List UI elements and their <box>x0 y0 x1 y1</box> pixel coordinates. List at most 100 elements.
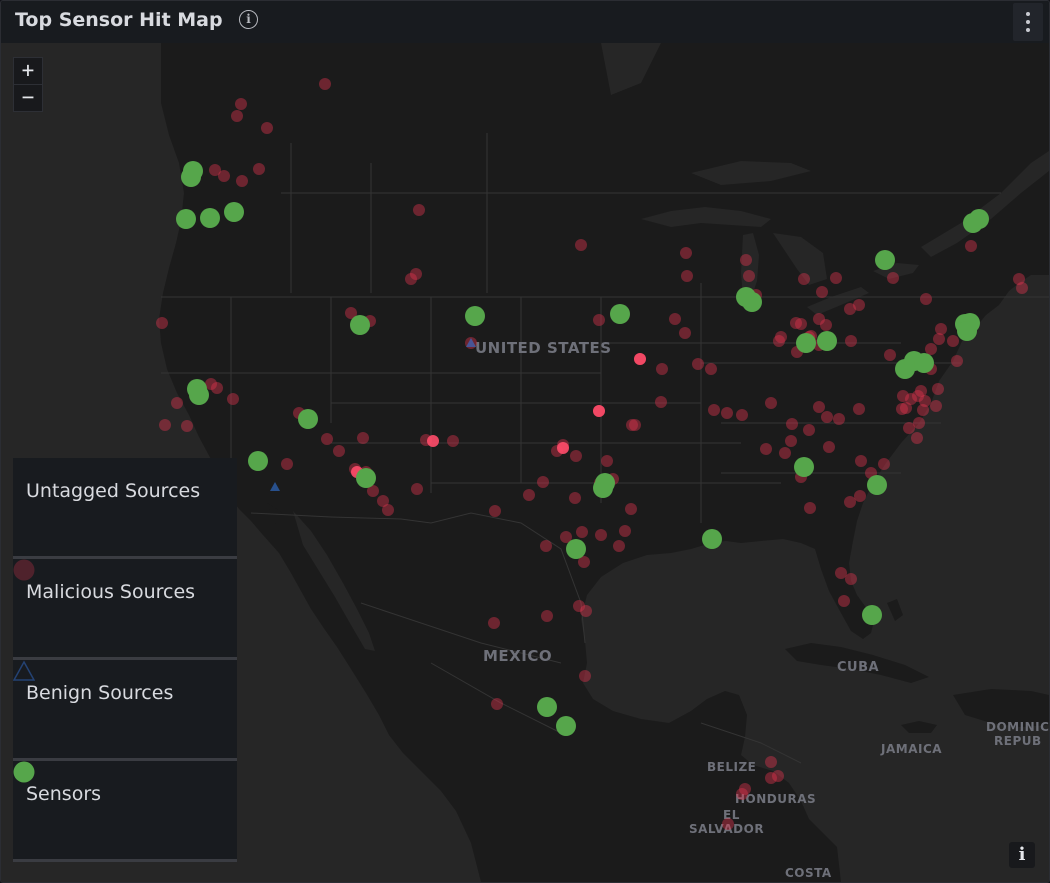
malicious-source-marker[interactable] <box>211 382 223 394</box>
malicious-source-marker[interactable] <box>319 78 331 90</box>
malicious-source-marker[interactable] <box>557 442 569 454</box>
malicious-source-marker[interactable] <box>333 445 345 457</box>
malicious-source-marker[interactable] <box>537 476 549 488</box>
malicious-source-marker[interactable] <box>965 240 977 252</box>
sensor-marker[interactable] <box>963 213 983 233</box>
malicious-source-marker[interactable] <box>253 163 265 175</box>
sensor-marker[interactable] <box>556 716 576 736</box>
malicious-source-marker[interactable] <box>523 489 535 501</box>
sensor-marker[interactable] <box>702 529 722 549</box>
malicious-source-marker[interactable] <box>541 610 553 622</box>
malicious-source-marker[interactable] <box>625 503 637 515</box>
sensor-marker[interactable] <box>875 250 895 270</box>
malicious-source-marker[interactable] <box>917 404 929 416</box>
sensor-marker[interactable] <box>200 208 220 228</box>
sensor-marker[interactable] <box>610 304 630 324</box>
malicious-source-marker[interactable] <box>935 323 947 335</box>
malicious-source-marker[interactable] <box>575 239 587 251</box>
malicious-source-marker[interactable] <box>281 458 293 470</box>
malicious-source-marker[interactable] <box>823 441 835 453</box>
malicious-source-marker[interactable] <box>159 419 171 431</box>
malicious-source-marker[interactable] <box>855 455 867 467</box>
malicious-source-marker[interactable] <box>1016 282 1028 294</box>
malicious-source-marker[interactable] <box>576 526 588 538</box>
sensor-marker[interactable] <box>867 475 887 495</box>
malicious-source-marker[interactable] <box>765 756 777 768</box>
malicious-source-marker[interactable] <box>884 349 896 361</box>
panel-menu-icon[interactable] <box>1013 3 1043 41</box>
malicious-source-marker[interactable] <box>722 818 734 830</box>
malicious-source-marker[interactable] <box>833 413 845 425</box>
malicious-source-marker[interactable] <box>804 502 816 514</box>
malicious-source-marker[interactable] <box>227 393 239 405</box>
sensor-marker[interactable] <box>817 331 837 351</box>
malicious-source-marker[interactable] <box>681 270 693 282</box>
malicious-source-marker[interactable] <box>619 525 631 537</box>
malicious-source-marker[interactable] <box>447 435 459 447</box>
malicious-source-marker[interactable] <box>626 419 638 431</box>
malicious-source-marker[interactable] <box>218 170 230 182</box>
sensor-marker[interactable] <box>566 539 586 559</box>
malicious-source-marker[interactable] <box>844 496 856 508</box>
sensor-marker[interactable] <box>350 315 370 335</box>
malicious-source-marker[interactable] <box>601 455 613 467</box>
malicious-source-marker[interactable] <box>947 335 959 347</box>
info-icon[interactable]: i <box>239 10 258 29</box>
legend-item-benign[interactable]: Benign Sources <box>13 660 237 761</box>
malicious-source-marker[interactable] <box>816 286 828 298</box>
malicious-source-marker[interactable] <box>692 358 704 370</box>
malicious-source-marker[interactable] <box>854 490 866 502</box>
legend-item-untagged[interactable]: Untagged Sources <box>13 458 237 559</box>
sensor-marker[interactable] <box>537 697 557 717</box>
malicious-source-marker[interactable] <box>795 318 807 330</box>
sensor-marker[interactable] <box>742 292 762 312</box>
malicious-source-marker[interactable] <box>853 403 865 415</box>
legend-item-sensors[interactable]: Sensors <box>13 761 237 862</box>
malicious-source-marker[interactable] <box>181 420 193 432</box>
malicious-source-marker[interactable] <box>656 363 668 375</box>
zoom-out-button[interactable]: − <box>13 85 43 112</box>
malicious-source-marker[interactable] <box>820 319 832 331</box>
malicious-source-marker[interactable] <box>405 273 417 285</box>
malicious-source-marker[interactable] <box>613 540 625 552</box>
malicious-source-marker[interactable] <box>321 433 333 445</box>
malicious-source-marker[interactable] <box>930 400 942 412</box>
malicious-source-marker[interactable] <box>813 401 825 413</box>
malicious-source-marker[interactable] <box>896 403 908 415</box>
malicious-source-marker[interactable] <box>925 343 937 355</box>
malicious-source-marker[interactable] <box>488 617 500 629</box>
malicious-source-marker[interactable] <box>773 335 785 347</box>
sensor-marker[interactable] <box>794 457 814 477</box>
sensor-marker[interactable] <box>356 468 376 488</box>
malicious-source-marker[interactable] <box>413 204 425 216</box>
sensor-marker[interactable] <box>957 321 977 341</box>
malicious-source-marker[interactable] <box>573 600 585 612</box>
malicious-source-marker[interactable] <box>887 272 899 284</box>
sensor-marker[interactable] <box>176 209 196 229</box>
sensor-marker[interactable] <box>248 451 268 471</box>
sensor-marker[interactable] <box>298 409 318 429</box>
sensor-marker[interactable] <box>465 306 485 326</box>
malicious-source-marker[interactable] <box>427 435 439 447</box>
map-canvas[interactable]: UNITED STATES MEXICO CUBA JAMAICA DOMINI… <box>1 43 1049 882</box>
sensor-marker[interactable] <box>796 333 816 353</box>
malicious-source-marker[interactable] <box>951 355 963 367</box>
zoom-in-button[interactable]: + <box>13 57 43 85</box>
sensor-marker[interactable] <box>224 202 244 222</box>
sensor-marker[interactable] <box>189 385 209 405</box>
malicious-source-marker[interactable] <box>721 407 733 419</box>
malicious-source-marker[interactable] <box>838 595 850 607</box>
sensor-marker[interactable] <box>914 353 934 373</box>
sensor-marker[interactable] <box>183 161 203 181</box>
malicious-source-marker[interactable] <box>798 273 810 285</box>
malicious-source-marker[interactable] <box>743 270 755 282</box>
malicious-source-marker[interactable] <box>821 411 833 423</box>
malicious-source-marker[interactable] <box>740 254 752 266</box>
malicious-source-marker[interactable] <box>570 450 582 462</box>
malicious-source-marker[interactable] <box>593 314 605 326</box>
malicious-source-marker[interactable] <box>932 383 944 395</box>
malicious-source-marker[interactable] <box>489 505 501 517</box>
malicious-source-marker[interactable] <box>911 432 923 444</box>
sensor-marker[interactable] <box>593 478 613 498</box>
malicious-source-marker[interactable] <box>760 443 772 455</box>
